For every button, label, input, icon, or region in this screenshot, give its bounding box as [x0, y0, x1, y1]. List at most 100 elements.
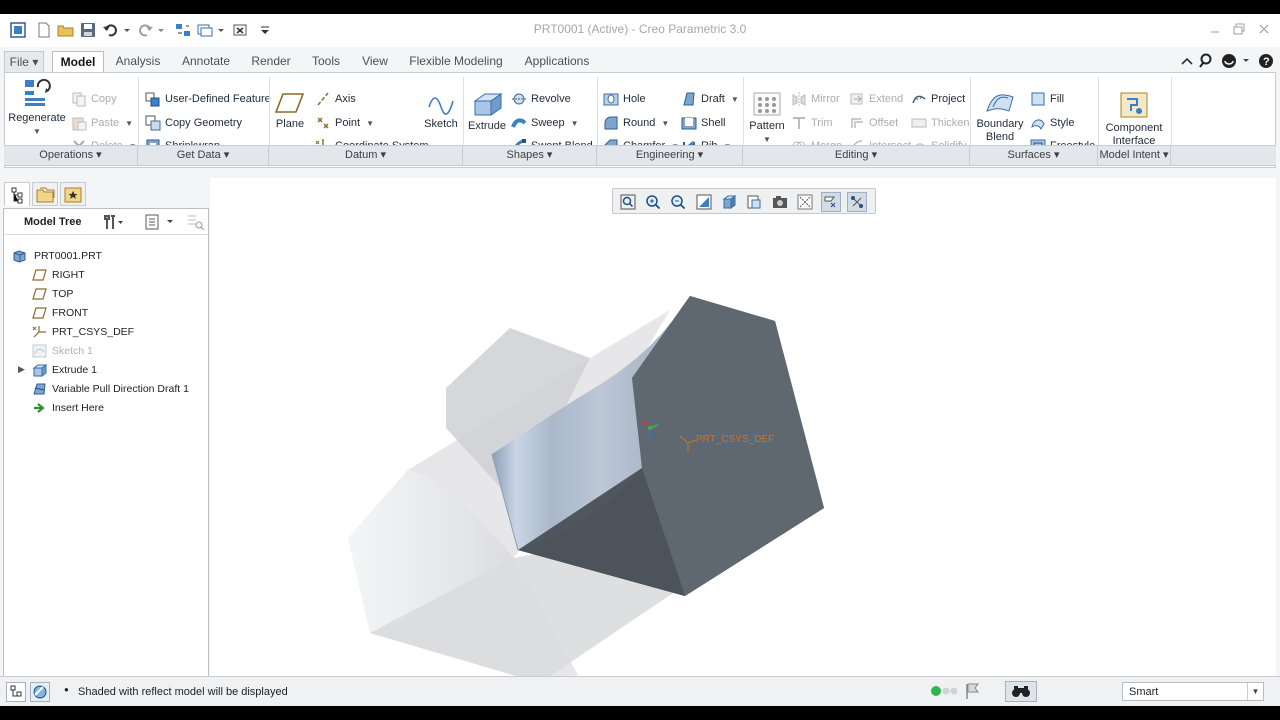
group-surfaces[interactable]: Surfaces ▾ [970, 146, 1098, 166]
extend-button[interactable]: Extend [849, 90, 903, 108]
group-separator [597, 77, 598, 145]
tree-item-root-part[interactable]: PRT0001.PRT [4, 247, 207, 265]
project-button[interactable]: Project [911, 90, 965, 108]
copy-geometry-button[interactable]: Copy Geometry [145, 114, 242, 132]
sketch-button[interactable]: Sketch [423, 91, 459, 131]
display-style-icon[interactable] [719, 192, 739, 212]
hole-button[interactable]: Hole [603, 90, 646, 108]
expand-arrow-icon[interactable]: ▶ [18, 364, 25, 375]
group-editing[interactable]: Editing ▾ [743, 146, 970, 166]
style-icon [1030, 115, 1046, 131]
close-icon[interactable] [1257, 22, 1271, 36]
zoom-out-icon[interactable] [668, 192, 688, 212]
search-icon[interactable] [1199, 53, 1215, 69]
collapse-ribbon-icon[interactable] [1180, 54, 1194, 68]
datum-display-filters-icon[interactable] [821, 192, 841, 212]
sweep-dropdown-icon[interactable]: ▼ [571, 119, 579, 128]
tree-item-csys[interactable]: PRT_CSYS_DEF [4, 323, 207, 341]
fill-button[interactable]: Fill [1030, 90, 1064, 108]
copy-button[interactable]: Copy [71, 90, 117, 108]
help-question-icon[interactable]: ? [1258, 53, 1274, 69]
group-get-data[interactable]: Get Data ▾ [138, 146, 269, 166]
tree-filter-icon[interactable] [185, 213, 205, 231]
group-engineering[interactable]: Engineering ▾ [597, 146, 743, 166]
shell-button[interactable]: Shell [681, 114, 725, 132]
group-shapes[interactable]: Shapes ▾ [463, 146, 597, 166]
tree-item-top[interactable]: TOP [4, 285, 207, 303]
restore-icon[interactable] [1232, 22, 1246, 36]
group-model-intent[interactable]: Model Intent ▾ [1098, 146, 1171, 166]
pattern-button[interactable]: Pattern ▼ [747, 91, 787, 146]
axis-button[interactable]: Axis [315, 90, 356, 108]
tab-analysis[interactable]: Analysis [108, 51, 168, 72]
regenerate-button[interactable]: Regenerate ▼ [7, 77, 67, 138]
graphics-viewport[interactable]: PRT_CSYS_DEF [210, 178, 1276, 686]
udf-button[interactable]: User-Defined Feature [145, 90, 271, 108]
navigator-toggle-icon[interactable] [6, 682, 26, 702]
navigator-panel: Model Tree PRT0001.PRT RIGHT TOP FRONT P… [3, 208, 209, 677]
tab-applications[interactable]: Applications [516, 51, 598, 72]
paste-button[interactable]: Paste ▼ [71, 114, 133, 132]
favorites-tab[interactable] [60, 182, 86, 206]
round-dropdown-icon[interactable]: ▼ [661, 119, 669, 128]
tree-item-insert-here[interactable]: Insert Here [4, 399, 207, 417]
trim-button[interactable]: Trim [791, 114, 833, 132]
group-datum[interactable]: Datum ▾ [269, 146, 463, 166]
tree-settings-icon[interactable] [102, 213, 124, 231]
thicken-button[interactable]: Thicken [911, 114, 970, 132]
tab-model[interactable]: Model [52, 51, 104, 73]
pattern-icon [753, 92, 781, 116]
zoom-in-icon[interactable] [643, 192, 663, 212]
title-bar: PRT0001 (Active) - Creo Parametric 3.0 [0, 14, 1280, 47]
tab-annotate[interactable]: Annotate [174, 51, 238, 72]
view-manager-icon[interactable] [770, 192, 790, 212]
saved-orientations-icon[interactable] [744, 192, 764, 212]
refit-icon[interactable] [618, 192, 638, 212]
draft-button[interactable]: Draft ▼ [681, 90, 739, 108]
model-tree-header: Model Tree [5, 209, 208, 235]
tree-item-front[interactable]: FRONT [4, 304, 207, 322]
tree-item-right[interactable]: RIGHT [4, 266, 207, 284]
regenerate-dropdown-icon[interactable]: ▼ [7, 125, 67, 138]
annotation-display-icon[interactable] [847, 192, 867, 212]
tab-file[interactable]: File ▾ [4, 51, 44, 72]
round-button[interactable]: Round ▼ [603, 114, 669, 132]
help-icon[interactable] [1221, 53, 1251, 69]
mirror-button[interactable]: Mirror [791, 90, 840, 108]
revolve-button[interactable]: Revolve [511, 90, 571, 108]
extrude-button[interactable]: Extrude [467, 91, 507, 133]
perspective-icon[interactable] [795, 192, 815, 212]
status-bar: ● Shaded with reflect model will be disp… [0, 676, 1280, 706]
plane-button[interactable]: Plane [271, 91, 309, 131]
folder-browser-tab[interactable] [32, 182, 58, 206]
boundary-blend-button[interactable]: Boundary Blend [974, 91, 1026, 144]
group-operations[interactable]: Operations ▾ [4, 146, 138, 166]
selection-filter-dropdown[interactable]: Smart ▼ [1122, 682, 1264, 701]
point-dropdown-icon[interactable]: ▼ [366, 119, 374, 128]
component-interface-button[interactable]: Component Interface [1101, 91, 1167, 148]
style-button[interactable]: Style [1030, 114, 1074, 132]
flag-icon[interactable] [964, 682, 980, 700]
regen-status-icon[interactable] [930, 684, 960, 698]
browser-toggle-icon[interactable] [30, 682, 50, 702]
draft-dropdown-icon[interactable]: ▼ [731, 95, 739, 104]
datum-plane-icon [32, 307, 47, 319]
tree-item-extrude[interactable]: ▶ Extrude 1 [4, 361, 207, 379]
tab-view[interactable]: View [354, 51, 396, 72]
chevron-down-icon[interactable]: ▼ [1247, 683, 1263, 700]
paste-dropdown-icon[interactable]: ▼ [125, 119, 133, 128]
tree-item-draft[interactable]: Variable Pull Direction Draft 1 [4, 380, 207, 398]
tab-tools[interactable]: Tools [304, 51, 348, 72]
sweep-button[interactable]: Sweep ▼ [511, 114, 579, 132]
point-button[interactable]: Point ▼ [315, 114, 374, 132]
tab-flexible-modeling[interactable]: Flexible Modeling [402, 51, 510, 72]
boundary-blend-icon [986, 94, 1014, 112]
offset-button[interactable]: Offset [849, 114, 898, 132]
tab-render[interactable]: Render [244, 51, 298, 72]
find-binoculars-icon[interactable] [1005, 681, 1037, 702]
tree-item-sketch[interactable]: Sketch 1 [4, 342, 207, 360]
show-options-icon[interactable] [143, 213, 177, 231]
repaint-icon[interactable] [694, 192, 714, 212]
model-tree-tab[interactable] [4, 182, 30, 206]
minimize-icon[interactable] [1208, 22, 1222, 36]
